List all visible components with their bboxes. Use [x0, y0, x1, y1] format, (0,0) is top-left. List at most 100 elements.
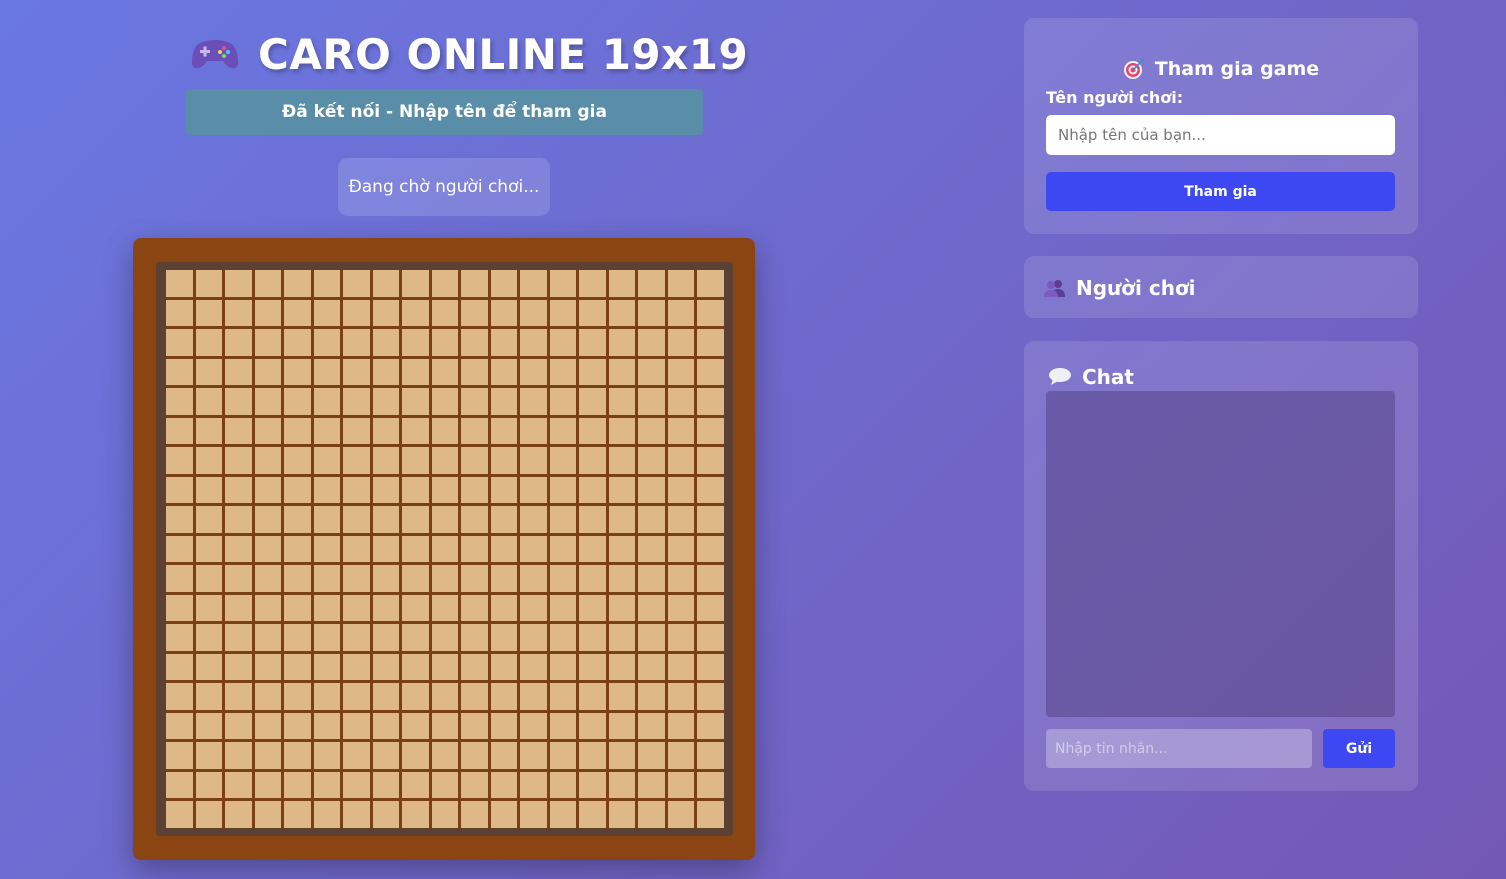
board-cell[interactable]	[520, 329, 547, 356]
board-cell[interactable]	[667, 329, 695, 356]
board-cell[interactable]	[490, 506, 518, 533]
board-cell[interactable]	[284, 417, 311, 445]
board-cell[interactable]	[520, 683, 547, 710]
board-cell[interactable]	[313, 388, 341, 415]
board-cell[interactable]	[461, 299, 488, 327]
board-cell[interactable]	[667, 447, 695, 474]
board-cell[interactable]	[697, 299, 724, 327]
board-cell[interactable]	[638, 299, 665, 327]
board-cell[interactable]	[254, 417, 282, 445]
board-cell[interactable]	[461, 742, 488, 769]
board-cell[interactable]	[549, 594, 577, 622]
board-cell[interactable]	[402, 270, 429, 297]
board-cell[interactable]	[195, 771, 223, 799]
board-cell[interactable]	[638, 388, 665, 415]
board-cell[interactable]	[195, 270, 223, 297]
board-cell[interactable]	[195, 624, 223, 651]
board-cell[interactable]	[343, 771, 370, 799]
board-cell[interactable]	[667, 506, 695, 533]
board-cell[interactable]	[195, 565, 223, 592]
board-cell[interactable]	[431, 476, 459, 504]
board-cell[interactable]	[225, 683, 252, 710]
board-cell[interactable]	[254, 624, 282, 651]
board-cell[interactable]	[284, 565, 311, 592]
board-cell[interactable]	[402, 624, 429, 651]
board-cell[interactable]	[579, 683, 606, 710]
board-cell[interactable]	[431, 742, 459, 769]
board-cell[interactable]	[490, 624, 518, 651]
board-cell[interactable]	[697, 506, 724, 533]
board-cell[interactable]	[490, 388, 518, 415]
board-cell[interactable]	[166, 624, 193, 651]
board-cell[interactable]	[608, 771, 636, 799]
board-cell[interactable]	[254, 653, 282, 681]
board-cell[interactable]	[195, 683, 223, 710]
board-cell[interactable]	[549, 447, 577, 474]
board-cell[interactable]	[195, 742, 223, 769]
board-cell[interactable]	[372, 712, 400, 740]
board-cell[interactable]	[697, 447, 724, 474]
board-cell[interactable]	[372, 270, 400, 297]
board-cell[interactable]	[195, 358, 223, 386]
chat-messages[interactable]	[1046, 391, 1395, 717]
board-cell[interactable]	[402, 742, 429, 769]
board-cell[interactable]	[490, 594, 518, 622]
board-cell[interactable]	[431, 594, 459, 622]
board-cell[interactable]	[608, 358, 636, 386]
board-cell[interactable]	[372, 506, 400, 533]
board-cell[interactable]	[166, 388, 193, 415]
board-cell[interactable]	[520, 417, 547, 445]
board-cell[interactable]	[490, 270, 518, 297]
board-cell[interactable]	[579, 653, 606, 681]
board-cell[interactable]	[166, 506, 193, 533]
board-cell[interactable]	[431, 417, 459, 445]
board-cell[interactable]	[461, 594, 488, 622]
board-cell[interactable]	[431, 388, 459, 415]
board-cell[interactable]	[608, 506, 636, 533]
board-cell[interactable]	[461, 447, 488, 474]
board-cell[interactable]	[225, 417, 252, 445]
board-cell[interactable]	[608, 476, 636, 504]
board-cell[interactable]	[225, 506, 252, 533]
board-cell[interactable]	[579, 299, 606, 327]
board-cell[interactable]	[343, 506, 370, 533]
board-cell[interactable]	[254, 801, 282, 828]
board-cell[interactable]	[372, 624, 400, 651]
board-cell[interactable]	[195, 535, 223, 563]
board-cell[interactable]	[490, 447, 518, 474]
board-cell[interactable]	[195, 329, 223, 356]
board-cell[interactable]	[284, 801, 311, 828]
board-cell[interactable]	[431, 506, 459, 533]
board-cell[interactable]	[284, 594, 311, 622]
board-cell[interactable]	[461, 712, 488, 740]
board-cell[interactable]	[372, 388, 400, 415]
board-cell[interactable]	[579, 506, 606, 533]
board-cell[interactable]	[667, 388, 695, 415]
board-cell[interactable]	[608, 594, 636, 622]
board-cell[interactable]	[166, 771, 193, 799]
board-cell[interactable]	[461, 624, 488, 651]
board-cell[interactable]	[667, 594, 695, 622]
board-cell[interactable]	[549, 742, 577, 769]
board-cell[interactable]	[254, 358, 282, 386]
board-cell[interactable]	[343, 742, 370, 769]
board-cell[interactable]	[313, 329, 341, 356]
board-cell[interactable]	[520, 565, 547, 592]
board-cell[interactable]	[284, 358, 311, 386]
board-cell[interactable]	[579, 358, 606, 386]
board-cell[interactable]	[343, 801, 370, 828]
board-cell[interactable]	[638, 535, 665, 563]
board-cell[interactable]	[638, 476, 665, 504]
board-cell[interactable]	[697, 329, 724, 356]
board-cell[interactable]	[254, 506, 282, 533]
board-cell[interactable]	[225, 653, 252, 681]
board-cell[interactable]	[697, 594, 724, 622]
board-cell[interactable]	[166, 742, 193, 769]
board-cell[interactable]	[343, 388, 370, 415]
board-cell[interactable]	[490, 565, 518, 592]
board-cell[interactable]	[402, 565, 429, 592]
board-cell[interactable]	[667, 417, 695, 445]
board-cell[interactable]	[579, 447, 606, 474]
board-cell[interactable]	[431, 653, 459, 681]
board-cell[interactable]	[166, 329, 193, 356]
